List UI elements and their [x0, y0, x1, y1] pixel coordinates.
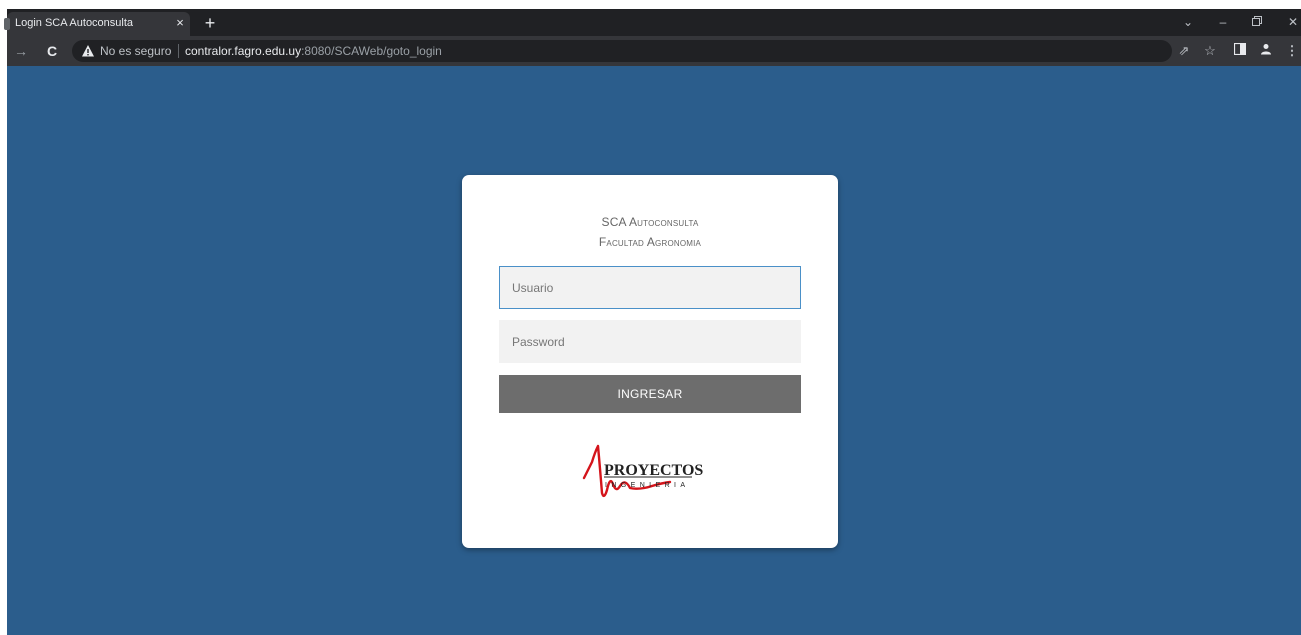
browser-window: Login SCA Autoconsulta × + ⌄ – ✕ → C No … [4, 9, 1301, 635]
proyectos-ingenieria-logo: PROYECTOS INGENIERIA [582, 444, 703, 498]
password-input[interactable] [499, 320, 801, 363]
reload-icon[interactable]: C [43, 42, 61, 60]
svg-text:INGENIERIA: INGENIERIA [605, 482, 689, 489]
login-button[interactable]: INGRESAR [499, 375, 801, 413]
star-icon[interactable]: ☆ [1201, 42, 1219, 60]
faculty-title: Facultad Agronomia [598, 235, 702, 249]
browser-toolbar: → C No es seguro contralor.fagro.edu.uy:… [7, 36, 1301, 66]
login-card: SCA Autoconsulta Facultad Agronomia INGR… [462, 175, 838, 548]
sidepanel-icon[interactable] [1231, 42, 1249, 60]
username-input[interactable] [499, 266, 801, 309]
menu-icon[interactable]: ⋮ [1283, 42, 1301, 60]
back-arrow-icon[interactable]: → [12, 42, 30, 60]
profile-icon[interactable] [1257, 42, 1275, 60]
tab-close-icon[interactable]: × [173, 15, 187, 31]
address-bar[interactable]: No es seguro contralor.fagro.edu.uy:8080… [72, 40, 1172, 62]
tab-title: Login SCA Autoconsulta [15, 17, 134, 29]
browser-tab[interactable]: Login SCA Autoconsulta × [4, 12, 190, 36]
minimize-icon[interactable]: – [1213, 14, 1233, 30]
security-label[interactable]: No es seguro [100, 44, 171, 58]
new-tab-button[interactable]: + [200, 13, 220, 33]
tab-strip: Login SCA Autoconsulta × + ⌄ – ✕ [4, 9, 1301, 36]
app-title: SCA Autoconsulta [601, 215, 699, 229]
tab-search-icon[interactable]: ⌄ [1178, 14, 1198, 30]
tab-favicon-icon [4, 18, 10, 30]
warning-icon [82, 45, 94, 57]
share-icon[interactable]: ⇗ [1175, 42, 1193, 60]
restore-icon[interactable] [1247, 14, 1267, 30]
close-window-icon[interactable]: ✕ [1283, 14, 1301, 30]
svg-text:PROYECTOS: PROYECTOS [604, 462, 703, 479]
divider [178, 44, 179, 58]
url-text[interactable]: contralor.fagro.edu.uy:8080/SCAWeb/goto_… [185, 44, 442, 58]
